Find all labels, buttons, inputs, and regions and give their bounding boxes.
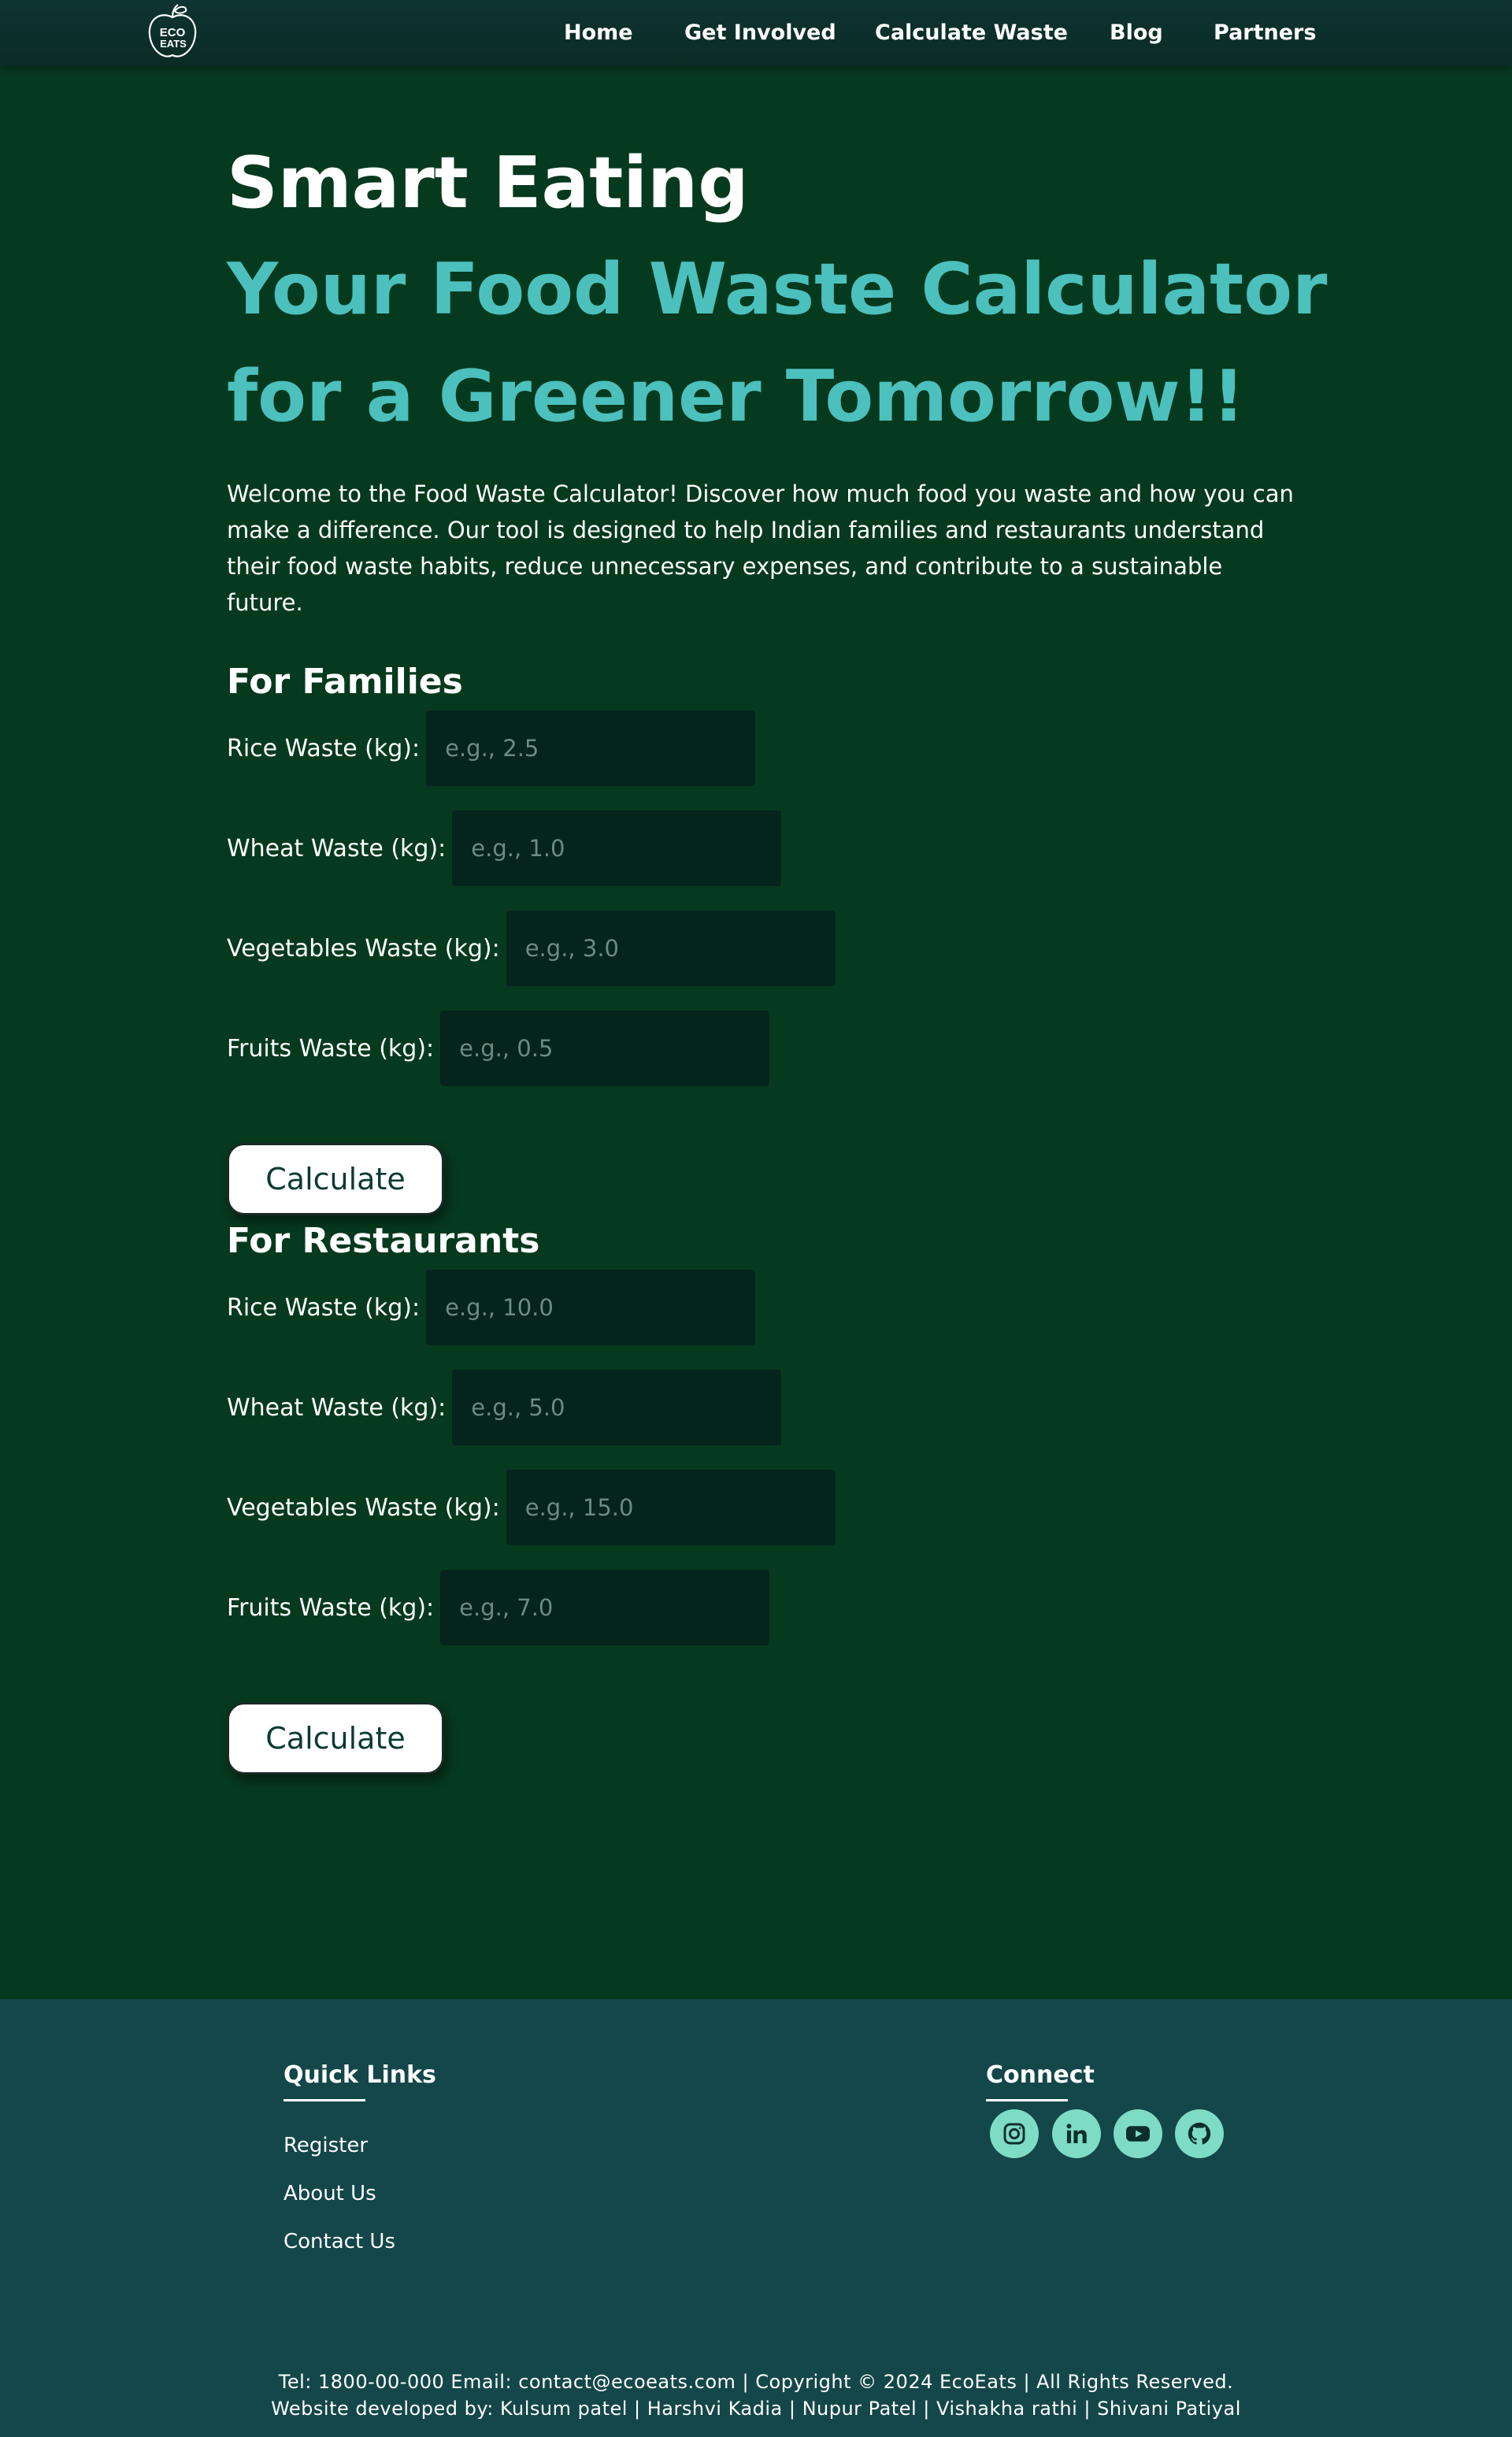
nav-links: Home Get Involved Calculate Waste Blog P… bbox=[0, 0, 1512, 66]
youtube-icon[interactable] bbox=[1114, 2109, 1162, 2158]
restaurants-heading: For Restaurants bbox=[227, 1221, 540, 1261]
quick-links-underline bbox=[284, 2099, 365, 2101]
restaurants-vegetables-input[interactable] bbox=[506, 1470, 836, 1545]
restaurants-vegetables-row: Vegetables Waste (kg): bbox=[227, 1470, 836, 1545]
restaurants-wheat-input[interactable] bbox=[452, 1370, 782, 1445]
footer-link-register[interactable]: Register bbox=[284, 2133, 368, 2158]
restaurants-rice-input[interactable] bbox=[426, 1270, 756, 1345]
footer-contact-copyright: Tel: 1800-00-000 Email: contact@ecoeats.… bbox=[278, 2371, 1234, 2393]
families-calculate-button[interactable]: Calculate bbox=[227, 1143, 444, 1215]
nav-blog[interactable]: Blog bbox=[1110, 20, 1163, 46]
restaurants-vegetables-label: Vegetables Waste (kg): bbox=[227, 1493, 500, 1522]
families-vegetables-input[interactable] bbox=[506, 911, 836, 986]
page-title: Smart Eating bbox=[227, 142, 749, 224]
nav-calculate-waste[interactable]: Calculate Waste bbox=[875, 20, 1068, 46]
hero-subtitle-line1: Your Food Waste Calculator bbox=[227, 248, 1328, 331]
restaurants-calculate-button[interactable]: Calculate bbox=[227, 1702, 444, 1775]
restaurants-rice-label: Rice Waste (kg): bbox=[227, 1293, 421, 1322]
connect-underline bbox=[986, 2099, 1068, 2101]
restaurants-wheat-label: Wheat Waste (kg): bbox=[227, 1393, 447, 1422]
navbar: ECO EATS Home Get Involved Calculate Was… bbox=[0, 0, 1512, 66]
github-icon[interactable] bbox=[1175, 2109, 1224, 2158]
families-heading: For Families bbox=[227, 662, 463, 702]
quick-links-title: Quick Links bbox=[284, 2061, 436, 2089]
families-wheat-label: Wheat Waste (kg): bbox=[227, 834, 447, 862]
restaurants-fruits-label: Fruits Waste (kg): bbox=[227, 1593, 435, 1622]
nav-get-involved[interactable]: Get Involved bbox=[684, 20, 836, 46]
nav-partners[interactable]: Partners bbox=[1214, 20, 1316, 46]
footer-link-about-us[interactable]: About Us bbox=[284, 2181, 376, 2206]
families-fruits-input[interactable] bbox=[440, 1011, 770, 1086]
restaurants-fruits-input[interactable] bbox=[440, 1570, 770, 1645]
hero-subtitle-line2: for a Greener Tomorrow!! bbox=[227, 355, 1245, 438]
families-rice-label: Rice Waste (kg): bbox=[227, 734, 421, 762]
nav-home[interactable]: Home bbox=[564, 20, 633, 46]
intro-paragraph: Welcome to the Food Waste Calculator! Di… bbox=[227, 480, 1294, 616]
instagram-icon[interactable] bbox=[990, 2109, 1039, 2158]
families-fruits-label: Fruits Waste (kg): bbox=[227, 1034, 435, 1063]
families-fruits-row: Fruits Waste (kg): bbox=[227, 1011, 770, 1086]
families-wheat-row: Wheat Waste (kg): bbox=[227, 810, 782, 886]
footer-credits: Website developed by: Kulsum patel | Har… bbox=[271, 2398, 1241, 2420]
restaurants-rice-row: Rice Waste (kg): bbox=[227, 1270, 756, 1345]
linkedin-icon[interactable] bbox=[1052, 2109, 1101, 2158]
families-wheat-input[interactable] bbox=[452, 810, 782, 886]
families-rice-row: Rice Waste (kg): bbox=[227, 710, 756, 786]
families-vegetables-label: Vegetables Waste (kg): bbox=[227, 934, 500, 963]
restaurants-wheat-row: Wheat Waste (kg): bbox=[227, 1370, 782, 1445]
families-vegetables-row: Vegetables Waste (kg): bbox=[227, 911, 836, 986]
hero-subtitle: Your Food Waste Calculator for a Greener… bbox=[227, 236, 1408, 451]
connect-title: Connect bbox=[986, 2061, 1095, 2089]
restaurants-fruits-row: Fruits Waste (kg): bbox=[227, 1570, 770, 1645]
footer-link-contact-us[interactable]: Contact Us bbox=[284, 2229, 395, 2254]
families-rice-input[interactable] bbox=[426, 710, 756, 786]
